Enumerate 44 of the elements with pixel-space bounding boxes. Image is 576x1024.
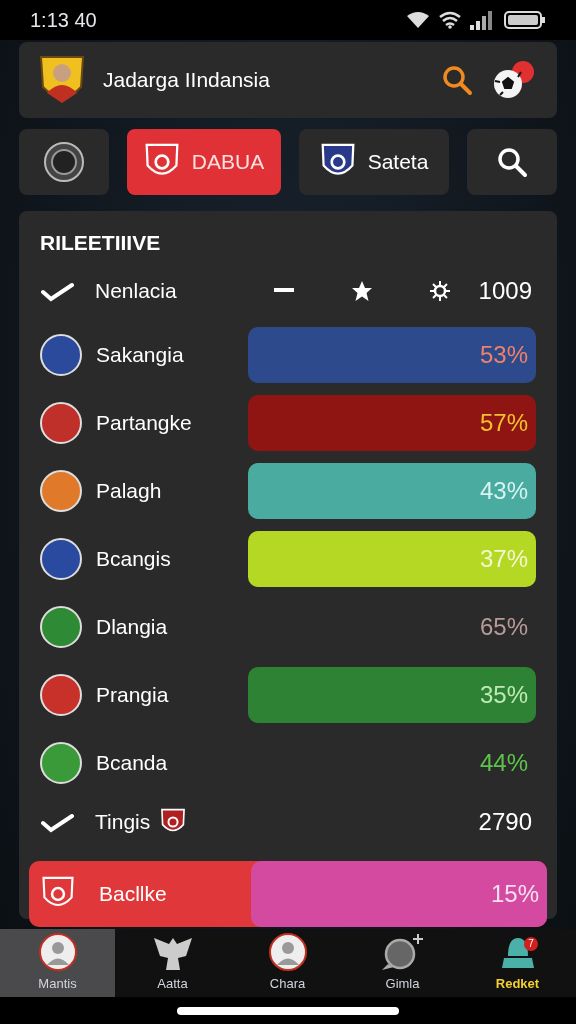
- team-name: Nenlacia: [95, 278, 178, 305]
- nav-tab[interactable]: Mantis: [0, 929, 115, 997]
- percentage: 37%: [479, 544, 528, 574]
- percentage: 65%: [479, 612, 528, 642]
- team-name: Palagh: [96, 478, 163, 505]
- percentage: 44%: [479, 748, 528, 778]
- search-icon[interactable]: [441, 64, 473, 96]
- search-icon: [496, 146, 528, 178]
- wifi-icon: [438, 11, 462, 29]
- team-tab[interactable]: DABUA: [127, 129, 281, 195]
- star-icon[interactable]: [350, 280, 373, 302]
- total-count: 2790: [478, 807, 532, 837]
- team-name: Tingis: [95, 809, 151, 836]
- avatar-icon: [37, 931, 78, 972]
- highlighted-row[interactable]: Bacllke 15%: [29, 861, 547, 927]
- team-tab[interactable]: Sateta: [299, 129, 449, 195]
- search-button[interactable]: [467, 129, 557, 195]
- team-tab[interactable]: [19, 129, 109, 195]
- team-name: Prangia: [96, 682, 170, 709]
- team-name: Dlangia: [96, 614, 169, 641]
- team-name: Bcanda: [96, 750, 169, 777]
- seal-icon: [43, 141, 85, 183]
- battery-icon: [504, 10, 546, 30]
- team-name: Bacllke: [99, 881, 168, 908]
- settings-icon[interactable]: [430, 281, 450, 301]
- percentage: 43%: [479, 476, 528, 506]
- avatar-icon: [267, 931, 308, 972]
- percentage: 57%: [479, 408, 528, 438]
- header-title: Jadarga IIndansia: [103, 67, 271, 94]
- minus-icon[interactable]: [273, 288, 294, 294]
- notification-badge: 7: [524, 937, 538, 951]
- total-count: 1009: [478, 276, 532, 306]
- team-name: Sakangia: [96, 342, 185, 369]
- wifi-icon: [406, 11, 430, 29]
- panel-title: RILEETIIIVE: [40, 231, 162, 255]
- team-name: Bcangis: [96, 546, 172, 573]
- status-time: 1:13 40: [30, 8, 97, 33]
- team-name: Partangke: [96, 410, 193, 437]
- percentage: 15%: [490, 879, 539, 909]
- check-icon: [40, 811, 74, 833]
- percentage: 53%: [479, 340, 528, 370]
- percentage: 35%: [479, 680, 528, 710]
- soccer-ball-icon[interactable]: [491, 59, 537, 101]
- check-icon: [40, 280, 74, 302]
